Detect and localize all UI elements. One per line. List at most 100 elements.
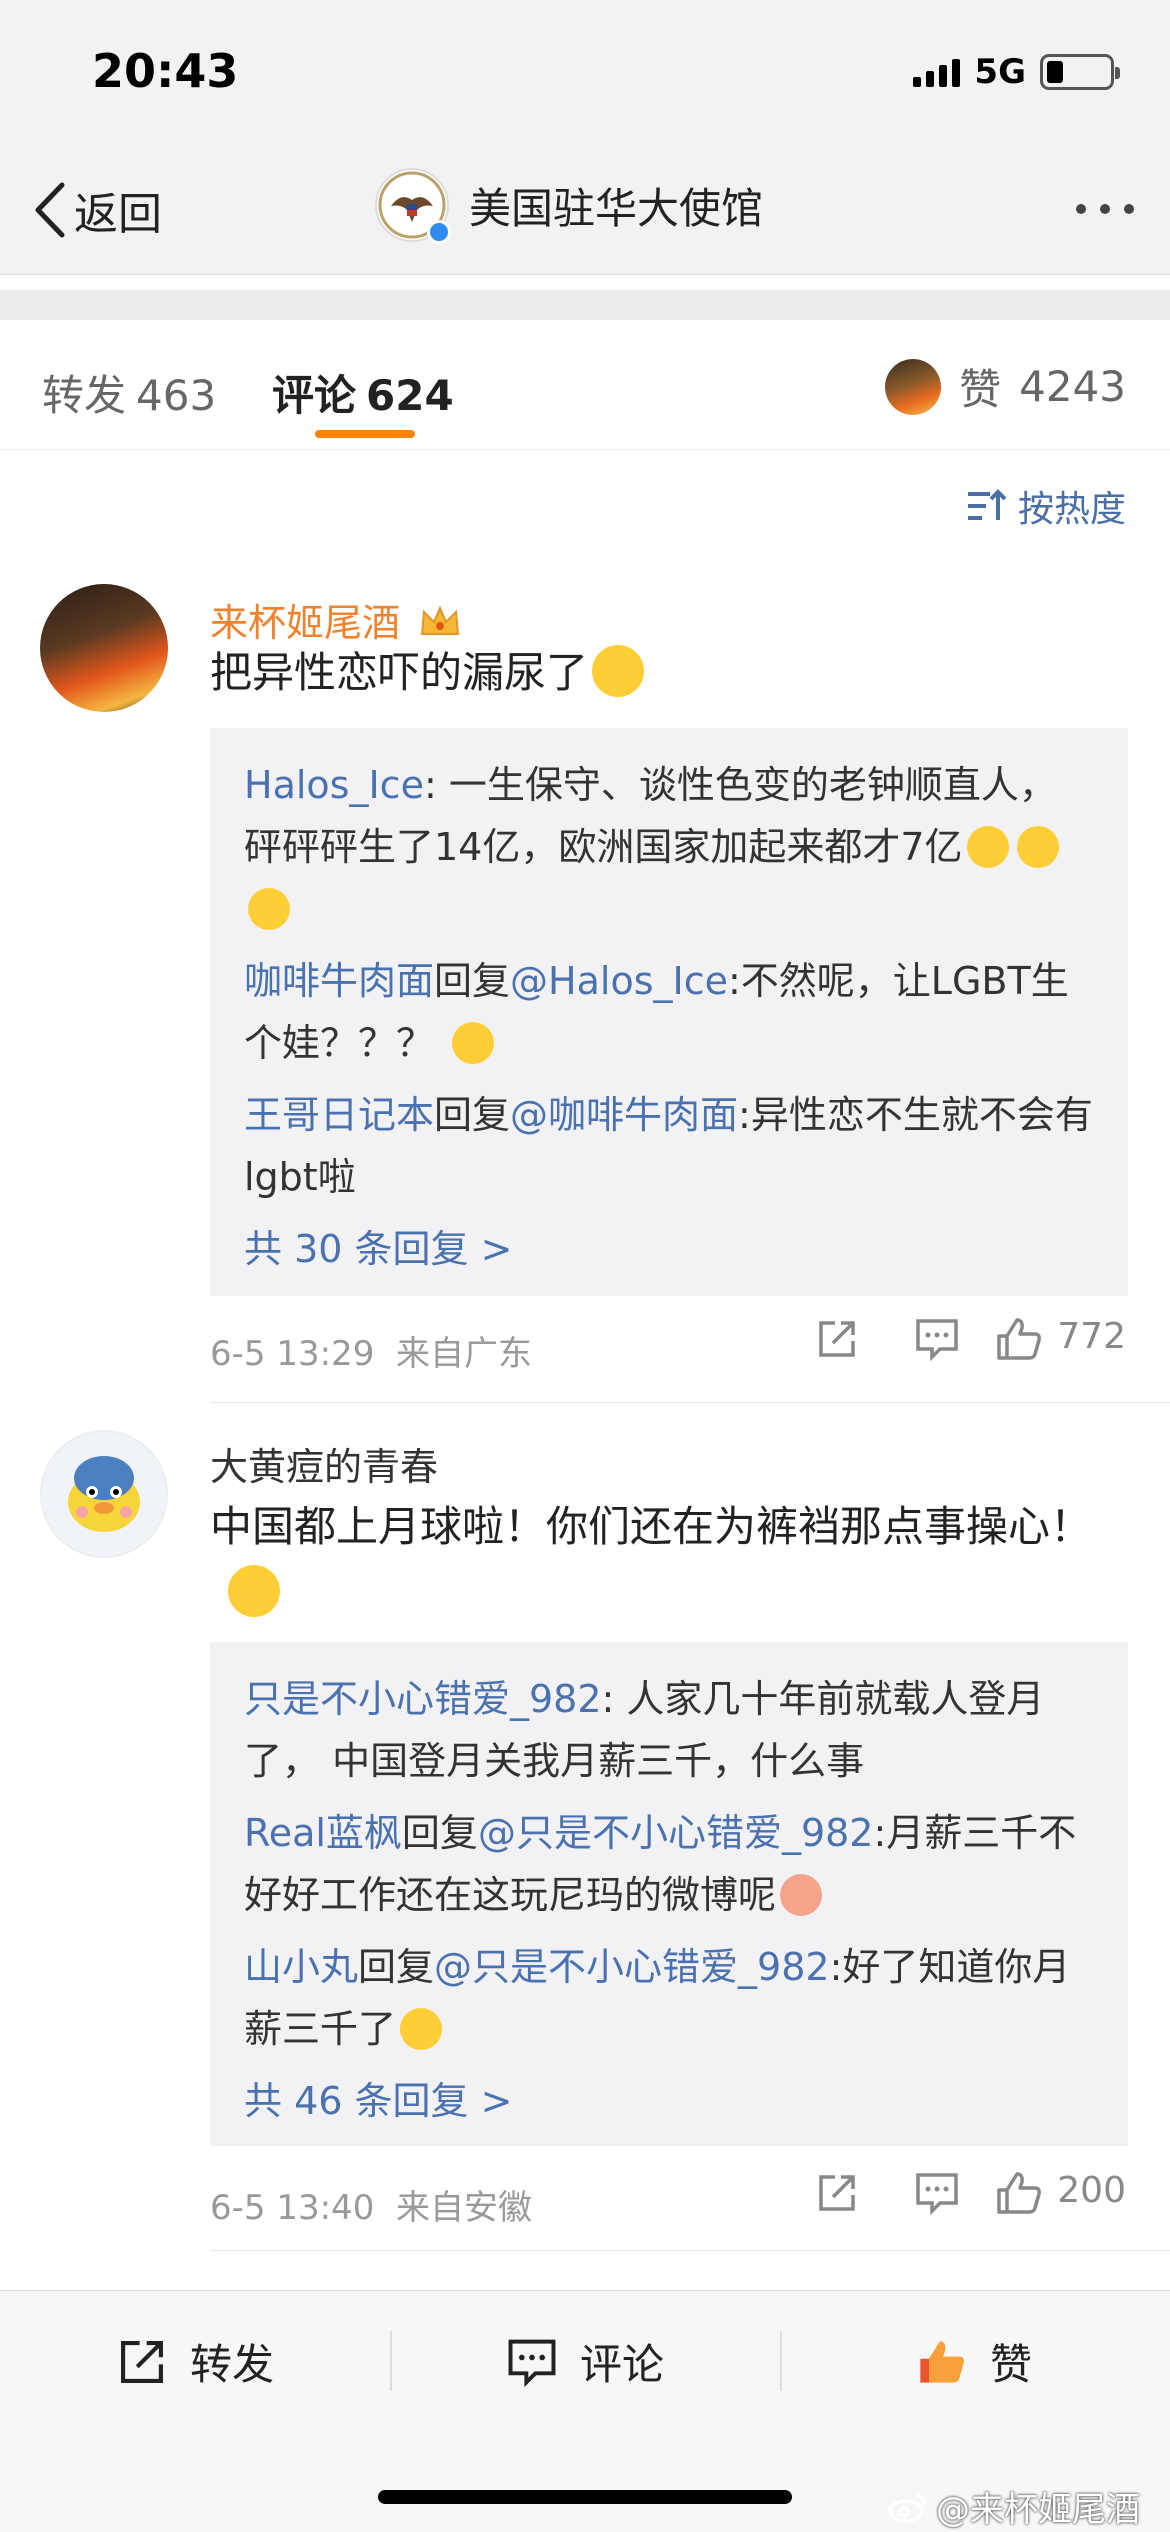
watermark-text: @来杯姬尾酒 xyxy=(936,2490,1140,2530)
comment-icon xyxy=(916,2173,959,2215)
laugh-tears-emoji-icon xyxy=(400,2008,443,2050)
comment-actions: 772 xyxy=(787,1316,1126,1362)
reply-target[interactable]: @Halos_Ice xyxy=(510,959,728,1003)
tab-like[interactable]: 赞 4243 xyxy=(885,356,1126,417)
reply-mid: 回复 xyxy=(401,1811,478,1855)
reply-sep: : xyxy=(829,1945,843,1989)
avatar[interactable] xyxy=(40,1430,168,1558)
avatar[interactable] xyxy=(40,584,168,712)
status-bar: 20:43 5G xyxy=(0,0,1170,140)
home-indicator xyxy=(378,2490,792,2504)
laugh-tears-emoji-icon xyxy=(966,826,1009,868)
username-text: 来杯姬尾酒 xyxy=(210,601,401,645)
repost-label: 转发 xyxy=(190,2340,275,2389)
reply-sep: : xyxy=(738,1093,751,1137)
more-options-icon[interactable] xyxy=(1076,204,1134,214)
like-post-button[interactable]: 赞 xyxy=(916,2331,1032,2392)
thumbs-up-icon xyxy=(997,2172,1042,2214)
comment-icon xyxy=(916,1319,959,1361)
comment-item: 来杯姬尾酒 把异性恋吓的漏尿了 Halos_Ice: 一生保守、谈性色变的老钟顺… xyxy=(0,580,1170,1380)
repost-button[interactable]: 转发 xyxy=(116,2331,274,2392)
bar-separator xyxy=(390,2331,392,2391)
reply-target[interactable]: @只是不小心错爱_982 xyxy=(434,1945,830,1989)
comment-text: 把异性恋吓的漏尿了 xyxy=(210,640,1120,706)
bar-separator xyxy=(780,2331,782,2391)
view-more-replies-link[interactable]: 共 46 条回复 > xyxy=(244,2070,1094,2125)
share-button[interactable] xyxy=(787,1317,887,1361)
reply-item: Halos_Ice: 一生保守、谈性色变的老钟顺直人，砰砰砰生了14亿，欧洲国家… xyxy=(244,754,1094,940)
tab-comment-label: 评论 xyxy=(272,371,357,420)
reply-item: Real蓝枫回复@只是不小心错爱_982:月薪三千不好好工作还在这玩尼玛的微博呢 xyxy=(244,1802,1094,1926)
comment-meta: 6-5 13:29 来自广东 xyxy=(210,1326,532,1375)
reply-user[interactable]: 只是不小心错爱_982 xyxy=(244,1677,602,1721)
reply-mid: 回复 xyxy=(434,959,511,1003)
comment-username[interactable]: 来杯姬尾酒 xyxy=(210,592,462,647)
like-button[interactable]: 200 xyxy=(987,2170,1126,2216)
comment-text: 中国都上月球啦！你们还在为裤裆那点事操心！ xyxy=(210,1494,1120,1626)
reply-target[interactable]: @只是不小心错爱_982 xyxy=(478,1811,874,1855)
reply-box[interactable]: Halos_Ice: 一生保守、谈性色变的老钟顺直人，砰砰砰生了14亿，欧洲国家… xyxy=(210,728,1128,1296)
nav-account[interactable]: 美国驻华大使馆 xyxy=(375,168,763,244)
reply-target[interactable]: @咖啡牛肉面 xyxy=(510,1093,738,1137)
comment-divider xyxy=(210,1402,1170,1403)
repost-icon xyxy=(121,2340,163,2383)
cartoon-avatar-icon xyxy=(68,1456,140,1532)
section-separator xyxy=(0,290,1170,320)
reply-mid: 回复 xyxy=(358,1945,435,1989)
liker-avatar xyxy=(885,358,942,415)
reply-box[interactable]: 只是不小心错爱_982: 人家几十年前就载人登月了， 中国登月关我月薪三千，什么… xyxy=(210,1642,1128,2146)
reply-sep: : xyxy=(873,1811,887,1855)
weibo-watermark: @来杯姬尾酒 xyxy=(888,2482,1140,2531)
reply-item: 王哥日记本回复@咖啡牛肉面:异性恋不生就不会有lgbt啦 xyxy=(244,1084,1094,1208)
status-time: 20:43 xyxy=(92,44,239,98)
thumbs-up-icon xyxy=(997,1318,1042,1360)
nav-bar: 返回 美国驻华大使馆 xyxy=(0,140,1170,275)
comment-body: 把异性恋吓的漏尿了 xyxy=(210,648,589,697)
signal-icon xyxy=(913,57,961,87)
reply-button[interactable] xyxy=(887,1317,987,1361)
back-button[interactable]: 返回 xyxy=(32,178,162,242)
comment-username[interactable]: 大黄痘的青春 xyxy=(210,1436,438,1491)
tab-repost[interactable]: 转发 463 xyxy=(42,362,216,423)
shocked-emoji-icon xyxy=(592,645,645,697)
comment-label: 评论 xyxy=(580,2340,665,2389)
tab-bar: 转发 463 评论 624 赞 4243 xyxy=(0,320,1170,450)
laugh-tears-emoji-icon xyxy=(1016,826,1059,868)
reply-item: 山小丸回复@只是不小心错爱_982:好了知道你月薪三千了 xyxy=(244,1936,1094,2060)
sort-label: 按热度 xyxy=(1017,489,1126,530)
laugh-tears-emoji-icon xyxy=(248,888,290,930)
comment-divider xyxy=(210,2250,1170,2251)
view-more-replies-link[interactable]: 共 30 条回复 > xyxy=(244,1218,1094,1273)
reply-user[interactable]: 王哥日记本 xyxy=(244,1093,434,1137)
network-label: 5G xyxy=(974,52,1026,92)
tab-comment[interactable]: 评论 624 xyxy=(272,362,454,423)
weibo-logo-icon xyxy=(888,2493,926,2522)
reply-sep: : xyxy=(423,763,449,807)
battery-icon xyxy=(1040,54,1120,90)
reply-user[interactable]: Halos_Ice xyxy=(244,763,424,807)
comment-meta: 6-5 13:40 来自安徽 xyxy=(210,2180,532,2229)
reply-sep: : xyxy=(601,1677,627,1721)
comment-icon xyxy=(508,2339,556,2387)
comment-button[interactable]: 评论 xyxy=(506,2331,664,2392)
reply-mid: 回复 xyxy=(434,1093,511,1137)
sleepy-emoji-icon xyxy=(452,1022,495,1064)
reply-item: 只是不小心错爱_982: 人家几十年前就载人登月了， 中国登月关我月薪三千，什么… xyxy=(244,1668,1094,1792)
reply-user[interactable]: Real蓝枫 xyxy=(244,1811,402,1855)
like-count: 772 xyxy=(1057,1316,1126,1357)
sort-button[interactable]: 按热度 xyxy=(966,480,1126,532)
tab-repost-count: 463 xyxy=(136,371,217,420)
like-button[interactable]: 772 xyxy=(987,1316,1126,1362)
comment-body: 中国都上月球啦！你们还在为裤裆那点事操心！ xyxy=(210,1502,1093,1551)
reply-item: 咖啡牛肉面回复@Halos_Ice:不然呢，让LGBT生个娃？？？ xyxy=(244,950,1094,1074)
reply-user[interactable]: 山小丸 xyxy=(244,1945,358,1989)
reply-sep: : xyxy=(727,959,741,1003)
smirk-emoji-icon xyxy=(228,1565,280,1617)
tab-like-label: 赞 xyxy=(959,365,1002,414)
share-button[interactable] xyxy=(787,2171,887,2215)
share-icon xyxy=(819,1321,856,1357)
share-icon xyxy=(819,2175,856,2211)
reply-user[interactable]: 咖啡牛肉面 xyxy=(244,959,434,1003)
chevron-left-icon xyxy=(35,182,65,238)
reply-button[interactable] xyxy=(887,2171,987,2215)
